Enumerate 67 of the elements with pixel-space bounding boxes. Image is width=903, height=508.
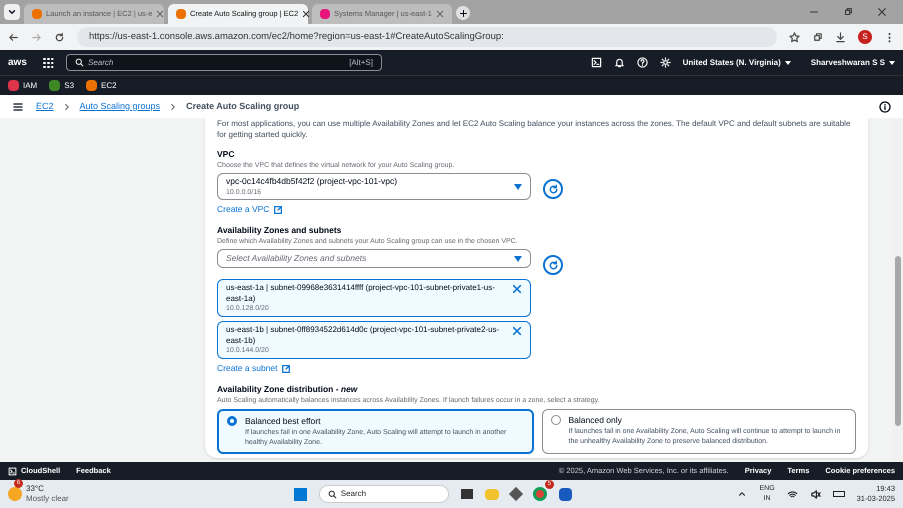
battery-icon[interactable] [832, 491, 845, 497]
favicon-icon [176, 9, 186, 19]
aws-logo[interactable]: aws [8, 55, 30, 70]
caret-icon [889, 60, 895, 64]
breadcrumb-link[interactable]: EC2 [36, 100, 54, 114]
refresh-button[interactable] [543, 255, 563, 276]
terminal-icon [8, 466, 17, 476]
favorite-link[interactable]: IAM [8, 80, 38, 92]
new-tab-button[interactable] [456, 6, 470, 20]
search-placeholder: Search [88, 56, 114, 68]
field-label: VPC [217, 148, 236, 161]
field-label: Availability Zone distribution - new [217, 383, 359, 396]
refresh-icon [548, 260, 558, 271]
caret-icon [514, 184, 522, 190]
close-icon[interactable] [302, 10, 310, 18]
breadcrumb-link[interactable]: Auto Scaling groups [80, 100, 160, 114]
address-bar[interactable]: https://us-east-1.console.aws.amazon.com/ec2/home?region=us-east-1#CreateAutoScalingGroup: [77, 27, 777, 47]
region-menu[interactable]: United States (N. Virginia) [682, 56, 781, 68]
scrollbar-thumb[interactable] [895, 256, 901, 426]
speaker-icon[interactable] [810, 488, 821, 500]
search-field[interactable]: Search [Alt+S] [66, 54, 382, 71]
back-icon[interactable] [8, 32, 19, 42]
settings-icon[interactable] [660, 57, 671, 68]
caret-icon [514, 256, 522, 262]
favorite-link[interactable]: S3 [49, 80, 74, 92]
field-label: Availability Zones and subnets [217, 224, 342, 237]
caret-icon [7, 7, 17, 17]
favorite-link[interactable]: EC2 [86, 80, 117, 92]
search-icon [328, 490, 337, 498]
external-link-icon [281, 364, 292, 374]
weather-text[interactable]: 33°C Mostly clear [26, 484, 69, 504]
radio-button[interactable] [550, 415, 560, 426]
option-label: Balanced only [568, 414, 623, 427]
tab-menu-button[interactable] [4, 4, 20, 20]
terminal-icon[interactable] [590, 57, 602, 68]
radio-button[interactable] [227, 416, 237, 426]
account-menu[interactable]: Sharveshwaran S S [810, 56, 885, 68]
bookmark-star-icon[interactable] [789, 32, 800, 42]
shortcut-hint: [Alt+S] [349, 56, 373, 68]
notifications-icon[interactable] [614, 57, 625, 68]
external-link-icon [273, 204, 284, 215]
services-grid-icon[interactable] [42, 56, 54, 68]
restore-icon[interactable] [843, 7, 853, 17]
profile-avatar[interactable]: S [858, 30, 872, 44]
browser-taskbar-icon[interactable] [532, 487, 547, 501]
help-icon[interactable] [636, 57, 648, 68]
reload-icon[interactable] [54, 32, 65, 42]
plus-icon [458, 8, 468, 18]
search-icon [75, 58, 84, 67]
option-label: Balanced best effort [245, 415, 322, 428]
create-subnet-link[interactable]: Create a subnet [217, 362, 278, 375]
refresh-icon [548, 184, 558, 195]
zones-select[interactable]: Select Availability Zones and subnets [217, 249, 531, 268]
wifi-icon[interactable] [786, 488, 798, 500]
create-vpc-link[interactable]: Create a VPC [217, 203, 270, 216]
menu-icon[interactable] [12, 100, 24, 112]
favicon-icon [320, 9, 330, 19]
caret-icon [784, 60, 791, 64]
download-icon[interactable] [835, 32, 846, 42]
remove-icon[interactable] [512, 284, 522, 294]
refresh-button[interactable] [543, 179, 563, 200]
breadcrumb-current: Create Auto Scaling group [186, 100, 300, 113]
taskbar-search-field[interactable]: Search [318, 485, 449, 503]
favicon-icon [32, 9, 42, 19]
info-icon[interactable] [879, 100, 891, 112]
remove-icon[interactable] [512, 326, 522, 336]
intro-text: For most applications, you can use multiple Availability Zones and let EC2 Auto Scaling balance your instances across the zones. The default VPC and default subnets are suitable for getting started quickly. [217, 118, 852, 140]
